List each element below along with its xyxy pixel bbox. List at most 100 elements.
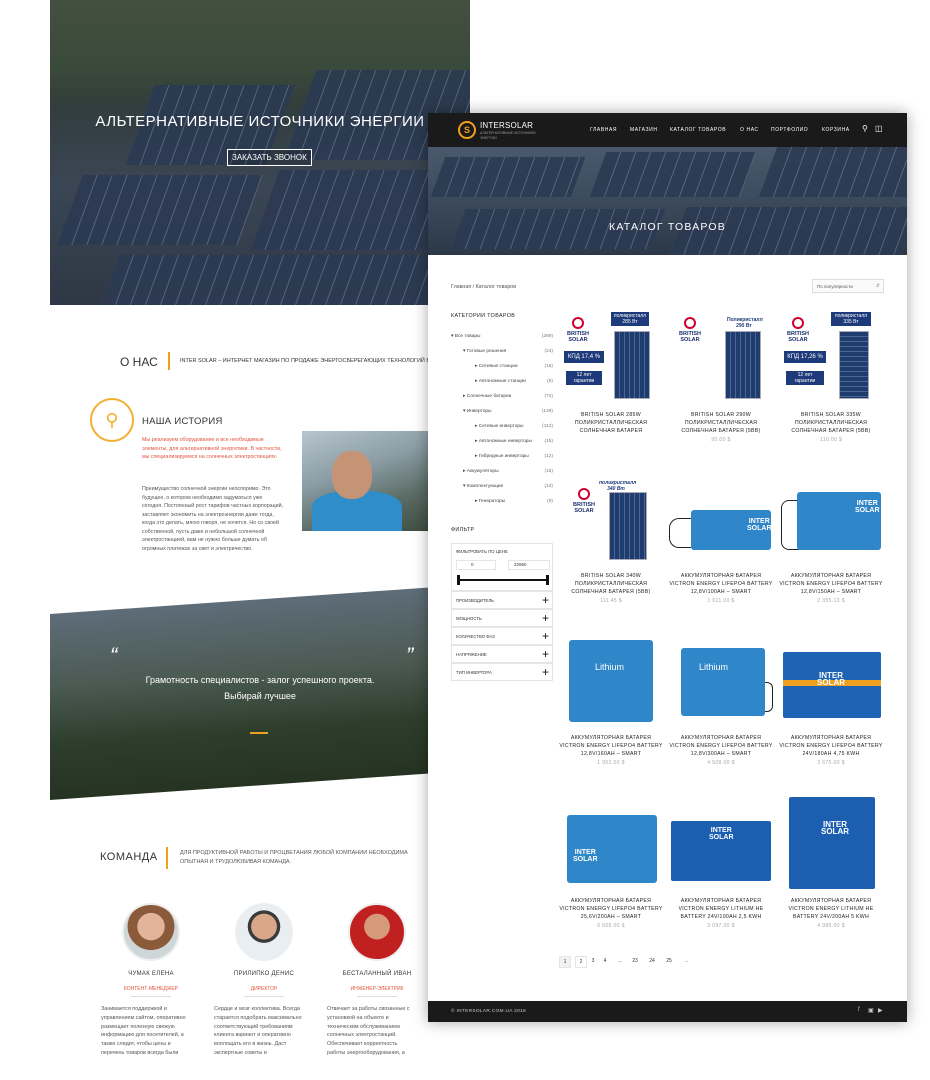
price-slider-max-handle[interactable]	[546, 575, 549, 585]
category-item[interactable]: ▸ Автономные станции	[475, 379, 526, 384]
product-name[interactable]: АККУМУЛЯТОРНАЯ БАТАРЕЯ VICTRON ENERGY LI…	[559, 897, 663, 921]
search-icon[interactable]: ⚲	[862, 124, 868, 133]
cart-icon[interactable]: ◫	[875, 124, 883, 133]
product-card[interactable]: BRITISH SOLAR Поликристалл 290 Вт BRITISH…	[669, 309, 773, 443]
product-name[interactable]: АККУМУЛЯТОРНАЯ БАТАРЕЯ VICTRON ENERGY LI…	[779, 734, 883, 758]
product-name[interactable]: BRITISH SOLAR 335W ПОЛИКРИСТАЛЛИЧЕСКАЯ С…	[779, 411, 883, 435]
product-name[interactable]: АККУМУЛЯТОРНАЯ БАТАРЕЯ VICTRON ENERGY LI…	[669, 897, 773, 921]
filter-group-manufacturer[interactable]: ПРОИЗВОДИТЕЛЬ +	[451, 591, 553, 609]
category-item[interactable]: ▸ Автономные инверторы	[475, 439, 532, 444]
category-item[interactable]: ▸ Генераторы	[475, 499, 505, 504]
page-link[interactable]: 25	[663, 956, 675, 968]
member-role: ДИРЕКТОР	[250, 986, 278, 992]
page-link[interactable]: 24	[646, 956, 658, 968]
page-link[interactable]: 1	[559, 956, 571, 968]
inter-solar-logo: INTER SOLAR	[817, 671, 845, 687]
page-link[interactable]: 3	[587, 956, 599, 968]
nav-item-portfolio[interactable]: ПОРТФОЛИО	[771, 127, 808, 133]
product-name[interactable]: АККУМУЛЯТОРНАЯ БАТАРЕЯ VICTRON ENERGY LI…	[669, 572, 773, 596]
nav-item-cart[interactable]: КОРЗИНА	[822, 127, 850, 133]
price-max-input[interactable]: 22950	[508, 560, 550, 570]
logo-title[interactable]: INTERSOLAR	[480, 121, 533, 130]
product-price: 110.00 $	[819, 437, 843, 443]
category-item[interactable]: ▸ Гибридные инверторы	[475, 454, 529, 459]
nav-item-shop[interactable]: МАГАЗИН	[630, 127, 658, 133]
nav-item-about[interactable]: О НАС	[740, 127, 759, 133]
filter-group-inverter-type[interactable]: ТИП ИНВЕРТОРА +	[451, 663, 553, 681]
instagram-icon[interactable]: ▣	[868, 1007, 874, 1014]
plus-icon: +	[541, 593, 549, 607]
breadcrumb-home[interactable]: Главная	[451, 284, 471, 290]
product-name[interactable]: АККУМУЛЯТОРНАЯ БАТАРЕЯ VICTRON ENERGY LI…	[779, 572, 883, 596]
product-name[interactable]: BRITISH SOLAR 290W ПОЛИКРИСТАЛЛИЧЕСКАЯ С…	[669, 411, 773, 435]
product-image[interactable]: Lithium	[559, 632, 663, 724]
category-count: (14)	[544, 484, 553, 489]
filter-group-power[interactable]: МОЩНОСТЬ +	[451, 609, 553, 627]
product-card[interactable]: Lithium АККУМУЛЯТОРНАЯ БАТАРЕЯ VICTRON E…	[669, 632, 773, 766]
product-image[interactable]: BRITISH SOLAR поликристалл 285 Вт КПД 17,…	[559, 309, 663, 401]
category-item[interactable]: ▸ Сетевые станции	[475, 364, 518, 369]
hero-title: АЛЬТЕРНАТИВНЫЕ ИСТОЧНИКИ ЭНЕРГИИ	[95, 113, 425, 130]
nav-item-catalog[interactable]: КАТАЛОГ ТОВАРОВ	[670, 127, 726, 133]
facebook-icon[interactable]: f	[858, 1007, 860, 1013]
category-item[interactable]: ▸ Солнечные батареи	[463, 394, 511, 399]
product-card[interactable]: INTER SOLAR АККУМУЛЯТОРНАЯ БАТАРЕЯ VICTRO…	[669, 470, 773, 604]
category-item[interactable]: ▸ Сетевые инверторы	[475, 424, 524, 429]
page-link[interactable]: 23	[629, 956, 641, 968]
category-item[interactable]: ▾ Комплектующие	[463, 484, 503, 489]
category-count: (15)	[544, 439, 553, 444]
solar-panel-bg	[100, 255, 470, 305]
category-item[interactable]: ▸ Аккумуляторы	[463, 469, 499, 474]
category-item-all[interactable]: ▾ Все товары	[451, 334, 480, 339]
page-link[interactable]: 4	[599, 956, 611, 968]
product-image[interactable]: BRITISH SOLAR поликристалл 340 Вт	[559, 470, 663, 562]
category-label: Автономные инверторы	[478, 439, 532, 444]
product-card[interactable]: INTER SOLAR АККУМУЛЯТОРНАЯ БАТАРЕЯ VICTRO…	[779, 795, 883, 929]
product-image[interactable]: BRITISH SOLAR поликристалл 335 Вт КПД 17,…	[779, 309, 883, 401]
product-card[interactable]: INTER SOLAR АККУМУЛЯТОРНАЯ БАТАРЕЯ VICTRO…	[559, 795, 663, 929]
product-name[interactable]: BRITISH SOLAR 340W ПОЛИКРИСТАЛЛИЧЕСКАЯ С…	[559, 572, 663, 596]
category-item[interactable]: ▾ Готовые решения	[463, 349, 506, 354]
product-image[interactable]: INTER SOLAR	[779, 795, 883, 889]
filter-group-phases[interactable]: КОЛИЧЕСТВО ФАЗ +	[451, 627, 553, 645]
member-name: БЕСТАЛАННЫЙ ИВАН	[342, 971, 412, 977]
product-card[interactable]: BRITISH SOLAR поликристалл 340 Вт BRITISH…	[559, 470, 663, 604]
product-card[interactable]: BRITISH SOLAR поликристалл 335 Вт КПД 17,…	[779, 309, 883, 443]
logo-icon[interactable]: S	[458, 121, 476, 139]
homepage-preview: АЛЬТЕРНАТИВНЫЕ ИСТОЧНИКИ ЭНЕРГИИ ЗАКАЗАТ…	[50, 0, 470, 1080]
product-card[interactable]: INTER SOLAR АККУМУЛЯТОРНАЯ БАТАРЕЯ VICTRO…	[669, 795, 773, 929]
category-label: Комплектующие	[466, 484, 504, 489]
nav-item-home[interactable]: ГЛАВНАЯ	[590, 127, 617, 133]
filter-group-voltage[interactable]: НАПРЯЖЕНИЕ +	[451, 645, 553, 663]
solar-panel-bg	[589, 152, 757, 197]
product-name[interactable]: АККУМУЛЯТОРНАЯ БАТАРЕЯ VICTRON ENERGY LI…	[669, 734, 773, 758]
quote-line-1: Грамотность специалистов - залог успешно…	[145, 675, 375, 685]
team-subtitle: ДЛЯ ПРОДУКТИВНОЙ РАБОТЫ И ПРОЦВЕТАНИЯ ЛЮ…	[180, 850, 408, 865]
price-min-input[interactable]: 0	[456, 560, 496, 570]
page-next-arrow-icon[interactable]: →	[680, 956, 692, 968]
product-image[interactable]: INTER SOLAR	[559, 795, 663, 887]
product-card[interactable]: BRITISH SOLAR поликристалл 285 Вт КПД 17,…	[559, 309, 663, 437]
product-name[interactable]: АККУМУЛЯТОРНАЯ БАТАРЕЯ VICTRON ENERGY LI…	[779, 897, 883, 921]
product-name[interactable]: BRITISH SOLAR 285W ПОЛИКРИСТАЛЛИЧЕСКАЯ С…	[559, 411, 663, 435]
photo-person-face	[332, 451, 372, 499]
product-card[interactable]: INTER SOLAR АККУМУЛЯТОРНАЯ БАТАРЕЯ VICTRO…	[779, 632, 883, 766]
product-image[interactable]: INTER SOLAR	[669, 795, 773, 887]
product-image[interactable]: INTER SOLAR	[779, 632, 883, 724]
product-card[interactable]: Lithium АККУМУЛЯТОРНАЯ БАТАРЕЯ VICTRON E…	[559, 632, 663, 766]
price-slider-min-handle[interactable]	[457, 575, 460, 585]
product-image[interactable]: INTER SOLAR	[779, 470, 883, 562]
product-image[interactable]: INTER SOLAR	[669, 470, 773, 562]
british-solar-logo: BRITISH SOLAR	[567, 317, 589, 343]
page-link[interactable]: 2	[575, 956, 587, 968]
sort-select[interactable]: По популярности ⇵	[812, 279, 884, 293]
product-image[interactable]: Lithium	[669, 632, 773, 724]
member-role: КОНТЕНТ-МЕНЕДЖЕР	[123, 986, 179, 992]
story-highlight: Мы реализуем оборудование и все необходи…	[142, 437, 282, 460]
youtube-icon[interactable]: ▶	[878, 1007, 883, 1014]
call-request-button[interactable]: ЗАКАЗАТЬ ЗВОНОК	[227, 149, 312, 166]
product-name[interactable]: АККУМУЛЯТОРНАЯ БАТАРЕЯ VICTRON ENERGY LI…	[559, 734, 663, 758]
product-card[interactable]: INTER SOLAR АККУМУЛЯТОРНАЯ БАТАРЕЯ VICTRO…	[779, 470, 883, 604]
category-item[interactable]: ▾ Инверторы	[463, 409, 492, 414]
product-image[interactable]: BRITISH SOLAR Поликристалл 290 Вт	[669, 309, 773, 401]
